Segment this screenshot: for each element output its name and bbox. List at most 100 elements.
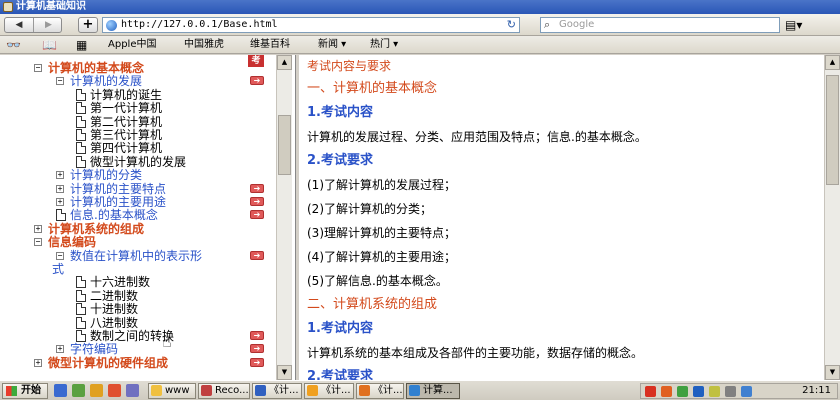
tray-icon[interactable] bbox=[661, 386, 672, 397]
tree-node-label[interactable]: 微型计算机的硬件组成 bbox=[48, 356, 168, 370]
forward-button[interactable]: ▶ bbox=[34, 18, 63, 32]
taskbar-task[interactable]: Reco... bbox=[198, 383, 250, 399]
goto-arrow-icon[interactable]: ➔ bbox=[250, 183, 264, 193]
tree-node-label[interactable]: 计算机系统的组成 bbox=[48, 222, 144, 236]
task-label: Reco... bbox=[215, 385, 249, 396]
system-tray: 21:11 bbox=[640, 383, 838, 399]
tree-node-label[interactable]: 数值在计算机中的表示形 bbox=[70, 249, 202, 263]
toc-scrollbar[interactable]: ▲ ▼ bbox=[276, 55, 292, 380]
volume-icon[interactable] bbox=[725, 386, 736, 397]
tree-node-label[interactable]: 第二代计算机 bbox=[90, 115, 162, 129]
search-input[interactable]: ⌕ Google bbox=[540, 17, 780, 33]
back-button[interactable]: ◀ bbox=[5, 18, 34, 32]
content-scrollbar[interactable]: ▲ ▼ bbox=[824, 55, 840, 380]
bookmarks-bar: 👓 📖 ▦ Apple中国 中国雅虎 维基百科 新闻 ▾ 热门 ▾ bbox=[0, 36, 840, 54]
folder-quicklaunch-icon[interactable] bbox=[90, 384, 103, 397]
content-h2: 2.考试要求 bbox=[307, 369, 373, 380]
content-pane: 考试内容与要求 一、计算机的基本概念 1.考试内容 计算机的发展过程、分类、应用范围及… bbox=[299, 55, 840, 380]
expand-icon[interactable]: + bbox=[56, 345, 64, 354]
expand-icon[interactable]: + bbox=[56, 184, 64, 193]
tree-node-label[interactable]: 第三代计算机 bbox=[90, 128, 162, 142]
book-icon[interactable]: 📖 bbox=[42, 37, 57, 53]
taskbar-task[interactable]: 计算... bbox=[406, 383, 460, 399]
tree-node-label[interactable]: 计算机的诞生 bbox=[90, 88, 162, 102]
new-tab-button[interactable]: + bbox=[78, 17, 98, 33]
tree-node-label[interactable]: 字符编码 bbox=[70, 342, 118, 356]
network-icon[interactable] bbox=[741, 386, 752, 397]
expand-icon[interactable]: + bbox=[56, 198, 64, 206]
reload-icon[interactable]: ↻ bbox=[507, 18, 516, 32]
desktop-quicklaunch-icon[interactable] bbox=[72, 384, 85, 397]
bookmark-wikipedia[interactable]: 维基百科 bbox=[250, 36, 290, 54]
content-body: (2)了解计算机的分类； bbox=[307, 202, 432, 216]
collapse-icon[interactable]: − bbox=[56, 251, 64, 260]
address-text[interactable]: http://127.0.0.1/Base.html bbox=[121, 18, 278, 32]
address-bar[interactable]: http://127.0.0.1/Base.html ↻ bbox=[102, 17, 520, 33]
content-h2: 1.考试内容 bbox=[307, 321, 373, 336]
expand-icon[interactable]: + bbox=[34, 358, 42, 367]
scroll-down-icon[interactable]: ▼ bbox=[277, 365, 292, 380]
ie-quicklaunch-icon[interactable] bbox=[54, 384, 67, 397]
goto-arrow-icon[interactable]: ➔ bbox=[250, 357, 264, 367]
collapse-icon[interactable]: − bbox=[34, 64, 42, 72]
document-icon bbox=[76, 129, 86, 141]
taskbar-task[interactable]: 《计... bbox=[356, 383, 404, 399]
tree-node-label[interactable]: 信息.的基本概念 bbox=[70, 208, 158, 222]
collapse-icon[interactable]: − bbox=[56, 77, 64, 86]
expand-icon[interactable]: + bbox=[56, 171, 64, 180]
tree-node-label[interactable]: 微型计算机的发展 bbox=[90, 155, 186, 169]
tree-node-label[interactable]: 第四代计算机 bbox=[90, 141, 162, 155]
window-title: 计算机基础知识 bbox=[16, 1, 86, 12]
baidu-tray-icon[interactable] bbox=[645, 386, 656, 397]
scroll-down-icon[interactable]: ▼ bbox=[825, 365, 840, 380]
content-h1: 一、计算机的基本概念 bbox=[307, 81, 438, 96]
reading-glasses-icon[interactable]: 👓 bbox=[6, 37, 21, 53]
goto-arrow-icon[interactable]: ➔ bbox=[250, 76, 264, 86]
tree-node-label[interactable]: 式 bbox=[52, 262, 64, 276]
bookmark-apple-china[interactable]: Apple中国 bbox=[108, 36, 156, 54]
tree-node-label[interactable]: 信息编码 bbox=[48, 235, 96, 249]
taskbar-task[interactable]: www bbox=[148, 383, 196, 399]
goto-arrow-icon[interactable]: ➔ bbox=[250, 331, 264, 340]
scroll-up-icon[interactable]: ▲ bbox=[277, 55, 292, 70]
task-label: 《计... bbox=[321, 385, 351, 396]
goto-arrow-icon[interactable]: ➔ bbox=[250, 210, 264, 220]
goto-arrow-icon[interactable]: ➔ bbox=[250, 250, 264, 260]
tray-icon[interactable] bbox=[677, 386, 688, 397]
page-menu-icon[interactable]: ▤▾ bbox=[785, 18, 802, 32]
app-quicklaunch-icon[interactable] bbox=[126, 384, 139, 397]
tree-node-label[interactable]: 计算机的主要特点 bbox=[70, 182, 166, 196]
taskbar-task[interactable]: 《计... bbox=[252, 383, 302, 399]
tree-node-label[interactable]: 二进制数 bbox=[90, 289, 138, 303]
tree-node-label[interactable]: 第一代计算机 bbox=[90, 101, 162, 115]
tree-node-label[interactable]: 计算机的基本概念 bbox=[48, 61, 144, 75]
tree-node-label[interactable]: 十六进制数 bbox=[90, 275, 150, 289]
tree-node-label[interactable]: 十进制数 bbox=[90, 302, 138, 316]
document-icon bbox=[76, 102, 86, 115]
task-label: www bbox=[165, 385, 190, 396]
grid-icon[interactable]: ▦ bbox=[76, 37, 87, 53]
tray-icon[interactable] bbox=[709, 386, 720, 397]
goto-arrow-icon[interactable]: ➔ bbox=[250, 197, 264, 206]
taskbar-task[interactable]: 《计... bbox=[304, 383, 354, 399]
tray-icon[interactable] bbox=[693, 386, 704, 397]
tree-node-label[interactable]: 计算机的分类 bbox=[70, 168, 142, 182]
exam-badge-icon[interactable]: 考 bbox=[248, 55, 264, 67]
scroll-thumb[interactable] bbox=[826, 75, 839, 185]
task-app-icon bbox=[201, 385, 212, 396]
chrome-quicklaunch-icon[interactable] bbox=[108, 384, 121, 397]
tree-node-label[interactable]: 八进制数 bbox=[90, 316, 138, 330]
scroll-up-icon[interactable]: ▲ bbox=[825, 55, 840, 70]
task-label: 计算... bbox=[423, 385, 453, 396]
bookmark-yahoo-china[interactable]: 中国雅虎 bbox=[184, 36, 224, 54]
scroll-thumb[interactable] bbox=[278, 115, 291, 175]
collapse-icon[interactable]: − bbox=[34, 238, 42, 247]
expand-icon[interactable]: + bbox=[34, 224, 42, 233]
goto-arrow-icon[interactable]: ➔ bbox=[250, 344, 264, 354]
tree-node-label[interactable]: 计算机的发展 bbox=[70, 74, 142, 88]
document-icon bbox=[76, 316, 86, 329]
bookmark-news-menu[interactable]: 新闻 ▾ bbox=[318, 36, 346, 54]
start-button[interactable]: 开始 bbox=[2, 383, 48, 399]
bookmark-popular-menu[interactable]: 热门 ▾ bbox=[370, 36, 398, 54]
tree-node-label[interactable]: 计算机的主要用途 bbox=[70, 195, 166, 209]
